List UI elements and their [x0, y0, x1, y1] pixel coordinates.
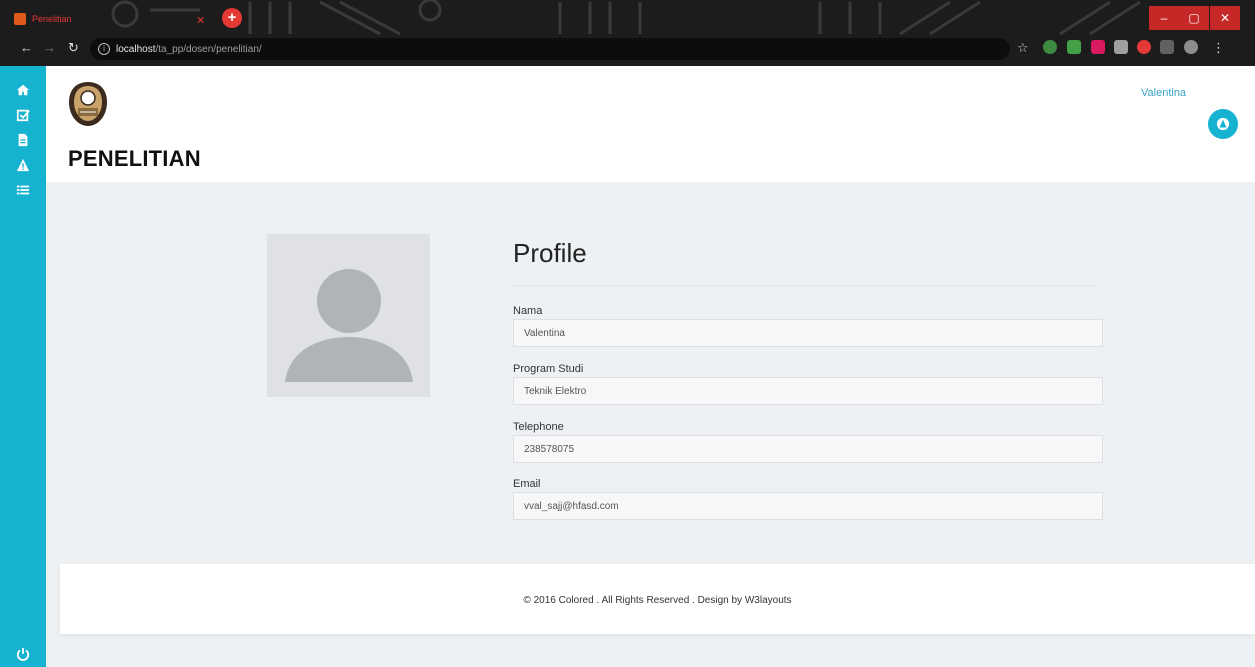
new-tab-button[interactable]: + [222, 8, 242, 28]
footer-copyright-text: © 2016 Colored . All Rights Reserved . D… [523, 595, 745, 606]
extension-green-icon[interactable] [1043, 40, 1057, 54]
window-minimize-button[interactable]: – [1149, 6, 1179, 30]
document-icon [18, 133, 28, 147]
telephone-field[interactable] [513, 435, 1103, 463]
profile-title: Profile [513, 238, 587, 268]
extension-red-icon[interactable] [1137, 40, 1151, 54]
footer-designer-link[interactable]: W3layouts [745, 595, 792, 606]
profile-avatar-icon[interactable] [1184, 40, 1198, 54]
sidebar-item-tasks[interactable] [0, 103, 46, 127]
sidebar-item-warning[interactable] [0, 153, 46, 177]
sidebar-item-list[interactable] [0, 178, 46, 202]
home-icon [16, 84, 30, 96]
window-close-button[interactable]: ✕ [1210, 6, 1240, 30]
nama-field[interactable] [513, 319, 1103, 347]
back-arrow-icon[interactable]: ← [20, 40, 33, 55]
address-bar[interactable]: i localhost/ta_pp/dosen/penelitian/ [90, 38, 1010, 60]
email-field[interactable] [513, 492, 1103, 520]
sidebar-item-home[interactable] [0, 78, 46, 102]
sidebar-item-documents[interactable] [0, 128, 46, 152]
extension-gray-icon[interactable] [1114, 40, 1128, 54]
extension-shield-icon[interactable] [1067, 40, 1081, 54]
power-icon [16, 647, 30, 661]
list-icon [16, 185, 30, 195]
profile-photo [267, 234, 430, 397]
profile-section: Profile Nama Program Studi Telephone Ema… [46, 182, 1255, 564]
url-path: /ta_pp/dosen/penelitian/ [155, 43, 262, 55]
page-header: PENELITIAN Valentina [46, 66, 1255, 182]
checkbox-icon [16, 109, 30, 122]
logout-button[interactable] [0, 640, 46, 667]
browser-tab[interactable]: Penelitian [14, 8, 214, 30]
program-studi-label: Program Studi [513, 363, 584, 375]
extension-pink-icon[interactable] [1091, 40, 1105, 54]
profile-divider [513, 285, 1098, 286]
site-info-icon[interactable]: i [98, 43, 110, 55]
forward-arrow-icon[interactable]: → [43, 40, 56, 55]
nama-label: Nama [513, 305, 543, 317]
browser-chrome: Penelitian ✕ + – ▢ ✕ ← → ↻ i localhost/t… [0, 0, 1255, 66]
user-avatar-button[interactable] [1208, 109, 1238, 139]
default-avatar-icon [285, 269, 413, 382]
tab-close-icon[interactable]: ✕ [196, 14, 205, 27]
warning-icon [16, 158, 30, 172]
page-footer: © 2016 Colored . All Rights Reserved . D… [60, 564, 1255, 634]
telephone-label: Telephone [513, 421, 564, 433]
url-host: localhost [116, 43, 156, 55]
tab-favicon-icon [14, 13, 26, 25]
url-text: localhost/ta_pp/dosen/penelitian/ [116, 44, 262, 55]
footer-copyright: © 2016 Colored . All Rights Reserved . D… [60, 595, 1255, 606]
sidebar [0, 66, 46, 667]
university-logo [69, 82, 107, 126]
user-icon [1216, 117, 1230, 131]
window-maximize-button[interactable]: ▢ [1179, 6, 1209, 30]
bookmark-star-icon[interactable]: ☆ [1017, 40, 1029, 56]
program-studi-field[interactable] [513, 377, 1103, 405]
user-name-link[interactable]: Valentina [1141, 87, 1186, 99]
email-label: Email [513, 478, 541, 490]
browser-menu-icon[interactable]: ⋮ [1212, 40, 1225, 56]
page-title: PENELITIAN [68, 146, 201, 171]
reload-icon[interactable]: ↻ [68, 40, 79, 56]
extensions-puzzle-icon[interactable] [1160, 40, 1174, 54]
tab-title: Penelitian [32, 14, 72, 24]
